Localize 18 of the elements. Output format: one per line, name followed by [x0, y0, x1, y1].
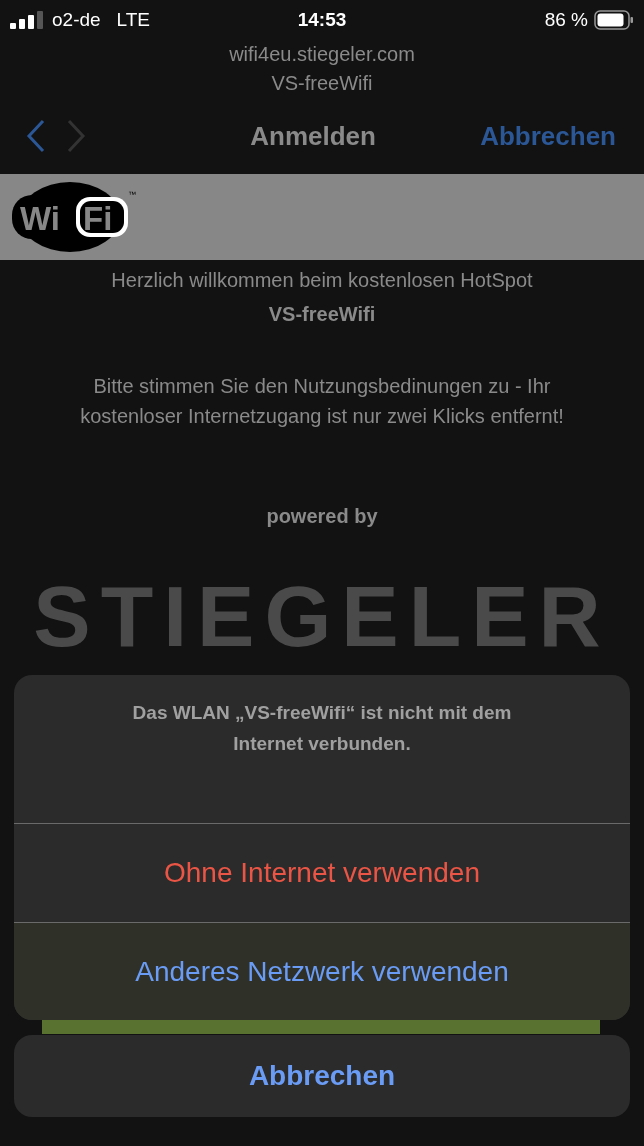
- network-name: VS-freeWifi: [271, 71, 373, 96]
- hotspot-name: VS-freeWifi: [267, 302, 377, 327]
- battery-icon: [594, 10, 634, 30]
- signal-icon: [10, 11, 44, 29]
- clock: 14:53: [297, 9, 347, 31]
- battery-percentage: 86 %: [544, 9, 588, 31]
- instructions-text: Bitte stimmen Sie den Nutzungsbedinungen zu - Ihr kostenloser Internetzugang ist nur zwei Klicks entfernt!: [79, 374, 565, 429]
- welcome-text: Herzlich willkommen beim kostenlosen HotSpot: [110, 268, 534, 293]
- powered-by-text: powered by: [265, 504, 379, 529]
- cancel-link[interactable]: Abbrechen: [480, 120, 616, 152]
- brand-logo: STIEGELER: [32, 571, 612, 661]
- nav-title: Anmelden: [249, 120, 377, 152]
- carrier-name: o2-de: [52, 9, 101, 31]
- page-url: wifi4eu.stiegeler.com: [229, 42, 415, 67]
- cancel-button[interactable]: Abbrechen: [14, 1035, 630, 1117]
- back-icon[interactable]: [26, 119, 46, 153]
- action-button[interactable]: Anderes Netzwerk verwenden: [14, 922, 630, 1020]
- network-type: LTE: [116, 9, 151, 31]
